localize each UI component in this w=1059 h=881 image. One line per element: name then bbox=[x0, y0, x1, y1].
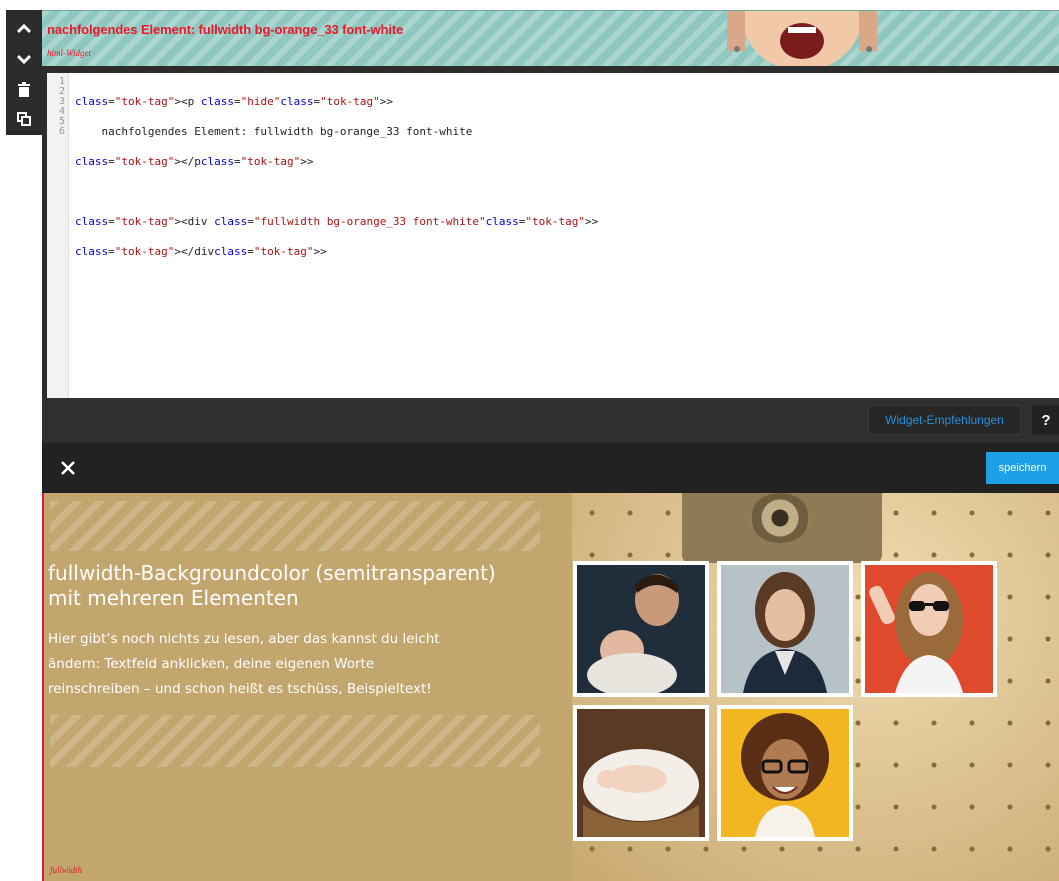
stripes-decoration bbox=[50, 501, 540, 551]
gallery-thumb-father-baby[interactable] bbox=[573, 561, 709, 697]
section-type-label: fullwidth bbox=[50, 865, 83, 875]
code-line: nachfolgendes Element: fullwidth bg-oran… bbox=[75, 125, 473, 138]
preview-text[interactable]: Hier gibt’s noch nichts zu lesen, aber d… bbox=[48, 627, 548, 702]
preview-heading-line: mit mehreren Elementen bbox=[48, 586, 299, 610]
delete-button[interactable] bbox=[10, 76, 38, 102]
save-button[interactable]: speichern bbox=[986, 452, 1059, 484]
chevron-down-icon bbox=[17, 54, 31, 64]
photo-sunglasses-woman bbox=[865, 565, 993, 693]
gallery-thumb-businesswoman[interactable] bbox=[717, 561, 853, 697]
chevron-up-icon bbox=[17, 24, 31, 34]
preview-text-line: ändern: Textfeld anklicken, deine eigene… bbox=[48, 656, 375, 672]
preview-text-line: Hier gibt’s noch nichts zu lesen, aber d… bbox=[48, 631, 440, 647]
widget-toolbar bbox=[6, 10, 42, 135]
preview-text-line: reinschreiben – und schon heißt es tschü… bbox=[48, 681, 432, 697]
widget-header: nachfolgendes Element: fullwidth bg-oran… bbox=[42, 10, 1059, 66]
code-area[interactable]: class="tok-tag"><p class="hide"class="to… bbox=[69, 73, 1059, 398]
code-line: class="tok-tag"></divclass="tok-tag">> bbox=[75, 245, 327, 258]
close-button[interactable] bbox=[58, 458, 78, 478]
code-line: class="tok-tag"></pclass="tok-tag">> bbox=[75, 155, 314, 168]
gallery-thumb-baby-basket[interactable] bbox=[573, 705, 709, 841]
photo-curly-woman bbox=[721, 709, 849, 837]
line-number: 6 bbox=[58, 126, 65, 137]
move-up-button[interactable] bbox=[10, 16, 38, 42]
editor-footer: Widget-Empfehlungen ? bbox=[42, 398, 1059, 443]
trash-icon bbox=[18, 81, 30, 97]
photo-businesswoman bbox=[721, 565, 849, 693]
save-bar: speichern bbox=[42, 443, 1059, 493]
photo-baby-basket bbox=[577, 709, 705, 837]
move-down-button[interactable] bbox=[10, 46, 38, 72]
camera-image bbox=[682, 493, 882, 563]
widget-title: nachfolgendes Element: fullwidth bg-oran… bbox=[47, 22, 404, 37]
duplicate-button[interactable] bbox=[10, 106, 38, 132]
duplicate-icon bbox=[17, 112, 31, 126]
photo-father-baby bbox=[577, 565, 705, 697]
preview-heading[interactable]: fullwidth-Backgroundcolor (semitranspare… bbox=[48, 561, 548, 611]
code-editor-container: 1 2 3 4 5 6 class="tok-tag"><p class="hi… bbox=[42, 66, 1059, 398]
fullwidth-preview: fullwidth-Backgroundcolor (semitranspare… bbox=[42, 493, 1059, 881]
gallery-thumb-sunglasses-woman[interactable] bbox=[861, 561, 997, 697]
widget-recommendations-button[interactable]: Widget-Empfehlungen bbox=[868, 405, 1021, 435]
stripes-decoration bbox=[50, 715, 540, 767]
help-button[interactable]: ? bbox=[1032, 405, 1059, 435]
widget-type-label: html-Widget bbox=[47, 48, 91, 58]
header-background-image bbox=[727, 11, 877, 66]
line-numbers: 1 2 3 4 5 6 bbox=[47, 73, 69, 398]
code-editor[interactable]: 1 2 3 4 5 6 class="tok-tag"><p class="hi… bbox=[47, 73, 1059, 398]
close-icon bbox=[61, 461, 75, 475]
preview-heading-line: fullwidth-Backgroundcolor (semitranspare… bbox=[48, 561, 496, 585]
code-line: class="tok-tag"><div class="fullwidth bg… bbox=[75, 215, 599, 228]
gallery-thumb-curly-woman[interactable] bbox=[717, 705, 853, 841]
code-line: class="tok-tag"><p class="hide"class="to… bbox=[75, 95, 393, 108]
